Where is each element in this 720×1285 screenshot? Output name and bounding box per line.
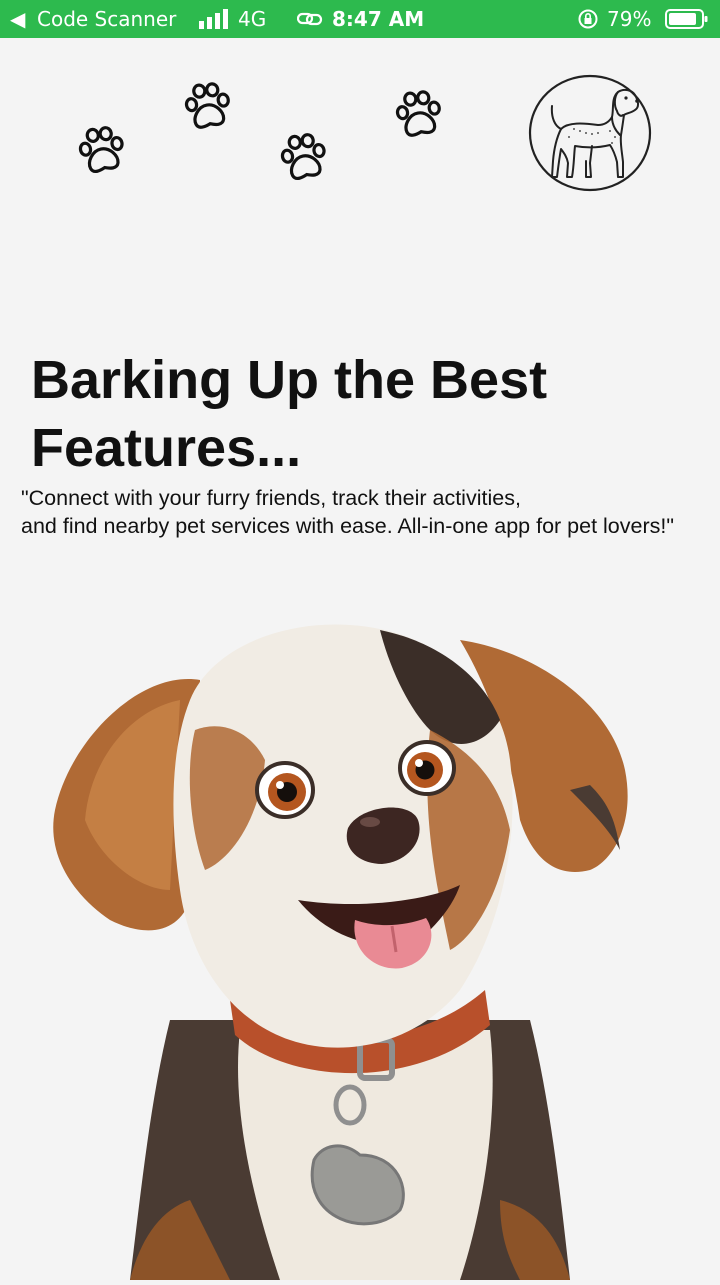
network-type: 4G <box>238 7 267 31</box>
battery-icon <box>665 0 709 38</box>
paw-print-icon <box>69 118 133 182</box>
status-bar: ◀ Code Scanner 4G 8:47 AM 79% <box>0 0 720 38</box>
link-icon <box>297 0 323 38</box>
rotation-lock-icon <box>577 0 599 38</box>
dog-badge-icon <box>528 73 652 193</box>
battery-percent: 79% <box>607 7 652 31</box>
page-title: Barking Up the Best Features... <box>31 350 548 478</box>
paw-print-icon <box>387 83 450 146</box>
back-arrow-icon[interactable]: ◀ <box>10 0 25 38</box>
tagline-text: "Connect with your furry friends, track … <box>21 486 674 538</box>
paw-print-icon <box>176 75 239 138</box>
puppy-illustration <box>30 600 650 1280</box>
clock-time: 8:47 AM <box>332 7 425 31</box>
paw-print-icon <box>271 125 335 189</box>
signal-icon <box>199 0 231 38</box>
back-to-app-label[interactable]: Code Scanner <box>37 0 176 38</box>
